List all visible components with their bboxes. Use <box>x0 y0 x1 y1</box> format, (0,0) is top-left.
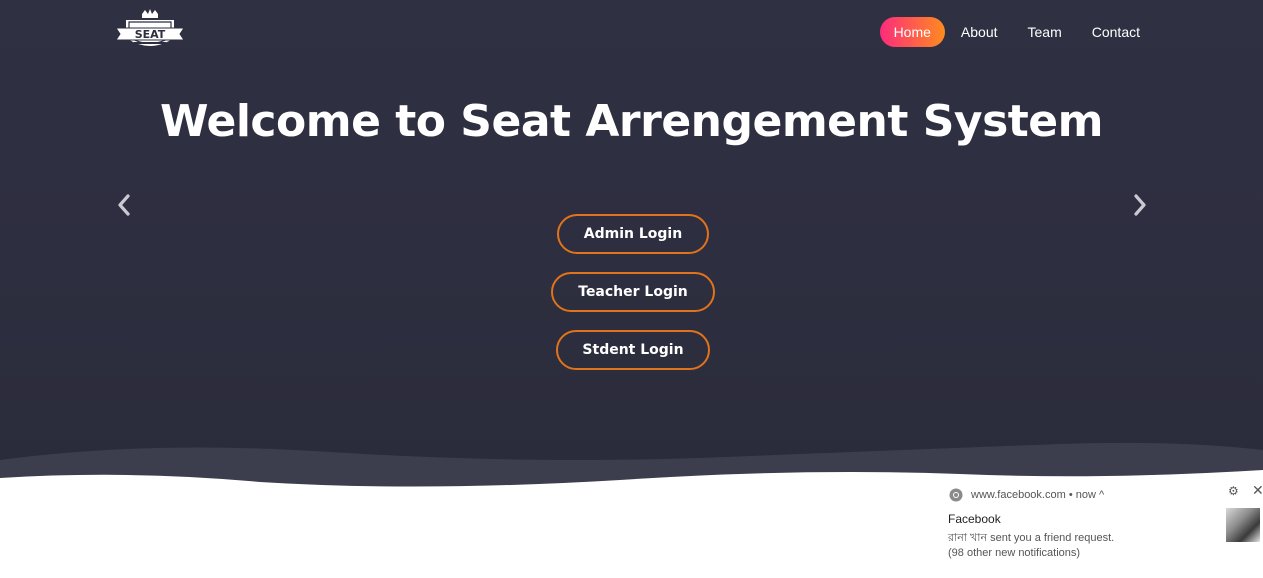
main-nav: Home About Team Contact <box>878 17 1154 47</box>
logo-text: SEAT <box>135 28 166 41</box>
avatar <box>1226 508 1260 542</box>
nav-about[interactable]: About <box>947 17 1012 47</box>
nav-contact[interactable]: Contact <box>1078 17 1154 47</box>
seat-logo[interactable]: SEAT <box>112 8 188 56</box>
close-icon[interactable]: ✕ <box>1252 482 1263 499</box>
gear-icon[interactable]: ⚙ <box>1228 484 1239 498</box>
browser-notification[interactable]: www.facebook.com • now ^ ⚙ ✕ Facebook রা… <box>934 478 1263 578</box>
notification-app: Facebook <box>948 512 1001 526</box>
notification-more: (98 other new notifications) <box>948 547 1081 559</box>
hero-title: Welcome to Seat Arrengement System <box>160 96 1103 147</box>
admin-login-button[interactable]: Admin Login <box>557 214 709 254</box>
notification-time: now <box>1075 489 1096 501</box>
chrome-icon <box>949 488 963 502</box>
student-login-button[interactable]: Stdent Login <box>556 330 710 370</box>
notification-source: www.facebook.com • now ^ <box>971 489 1105 501</box>
teacher-login-button[interactable]: Teacher Login <box>551 272 715 312</box>
carousel-next-icon[interactable] <box>1128 190 1152 220</box>
nav-home[interactable]: Home <box>879 17 945 47</box>
carousel-prev-icon[interactable] <box>112 190 136 220</box>
nav-team[interactable]: Team <box>1014 17 1076 47</box>
notification-message: রানা খান sent you a friend request. <box>948 532 1115 544</box>
notification-source-url: www.facebook.com <box>971 489 1066 501</box>
hero-section: SEAT Home About Team Contact Welcome to … <box>0 0 1263 500</box>
